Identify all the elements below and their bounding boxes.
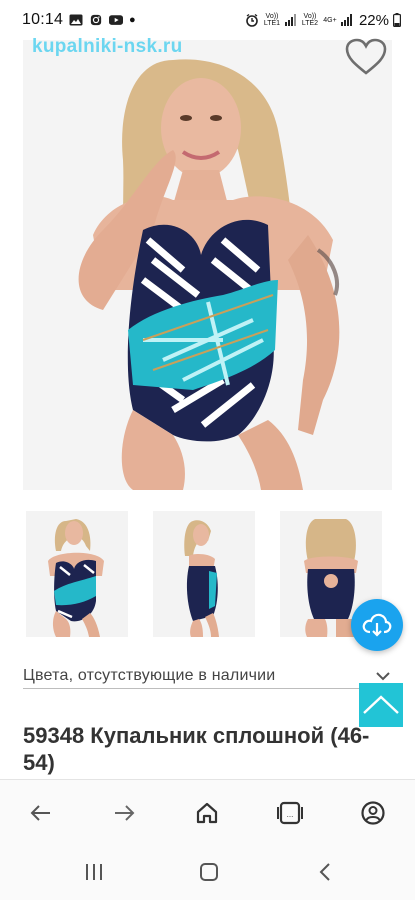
status-bar: 10:14 ● Vo)) LTE1 Vo)) LTE2 4G+ 22%	[0, 0, 415, 40]
arrow-left-icon	[30, 805, 50, 821]
sim1-label: Vo)) LTE1	[263, 13, 281, 27]
colors-label: Цвета, отсутствующие в наличии	[23, 666, 276, 684]
back-button[interactable]	[26, 798, 56, 828]
watermark-text: kupalniki-nsk.ru	[32, 36, 183, 57]
alarm-icon	[246, 13, 258, 27]
status-time: 10:14	[22, 11, 64, 28]
recent-apps-button[interactable]	[80, 859, 108, 885]
scroll-to-top-button[interactable]	[359, 683, 403, 727]
tabs-button[interactable]: ...	[275, 798, 305, 828]
account-button[interactable]	[358, 798, 388, 828]
model-photo	[23, 40, 392, 490]
battery-percent: 22%	[358, 11, 389, 29]
forward-button[interactable]	[109, 798, 139, 828]
thumbnail-side[interactable]	[153, 511, 255, 637]
cloud-download-button[interactable]	[351, 599, 403, 651]
chevron-left-icon	[319, 863, 330, 881]
signal-icon	[284, 14, 296, 26]
recent-apps-icon	[86, 864, 102, 880]
home-icon	[196, 802, 218, 824]
instagram-icon	[90, 14, 102, 26]
system-navigation-bar	[0, 845, 415, 900]
sim2-label: Vo)) LTE2	[301, 13, 319, 27]
product-title: 59348 Купальник сплошной (46-54)	[23, 723, 370, 775]
user-icon	[361, 801, 385, 825]
youtube-icon	[109, 15, 124, 25]
system-home-icon	[200, 863, 218, 881]
status-right: Vo)) LTE1 Vo)) LTE2 4G+ 22%	[245, 12, 401, 29]
browser-toolbar: ...	[0, 779, 415, 845]
chevron-up-icon	[363, 695, 399, 714]
home-button[interactable]	[192, 798, 222, 828]
tabs-icon: ...	[277, 801, 303, 825]
heart-icon	[345, 38, 387, 75]
thumbnail-strip	[26, 511, 382, 637]
favorite-button[interactable]	[345, 38, 387, 76]
out-of-stock-colors-dropdown[interactable]: Цвета, отсутствующие в наличии	[23, 663, 395, 689]
battery-icon	[393, 13, 401, 27]
product-main-image[interactable]	[23, 40, 392, 490]
notification-dot-icon: ●	[129, 14, 136, 26]
thumbnail-front[interactable]	[26, 511, 128, 637]
status-left: 10:14 ●	[22, 11, 136, 29]
gallery-icon	[69, 14, 83, 26]
arrow-right-icon	[115, 805, 135, 821]
network-label: 4G+	[323, 16, 337, 24]
cloud-download-icon	[362, 613, 392, 637]
system-home-button[interactable]	[195, 859, 223, 885]
chevron-down-icon	[376, 671, 390, 680]
svg-text:...: ...	[287, 810, 294, 819]
system-back-button[interactable]	[311, 859, 339, 885]
signal-icon	[340, 14, 352, 26]
